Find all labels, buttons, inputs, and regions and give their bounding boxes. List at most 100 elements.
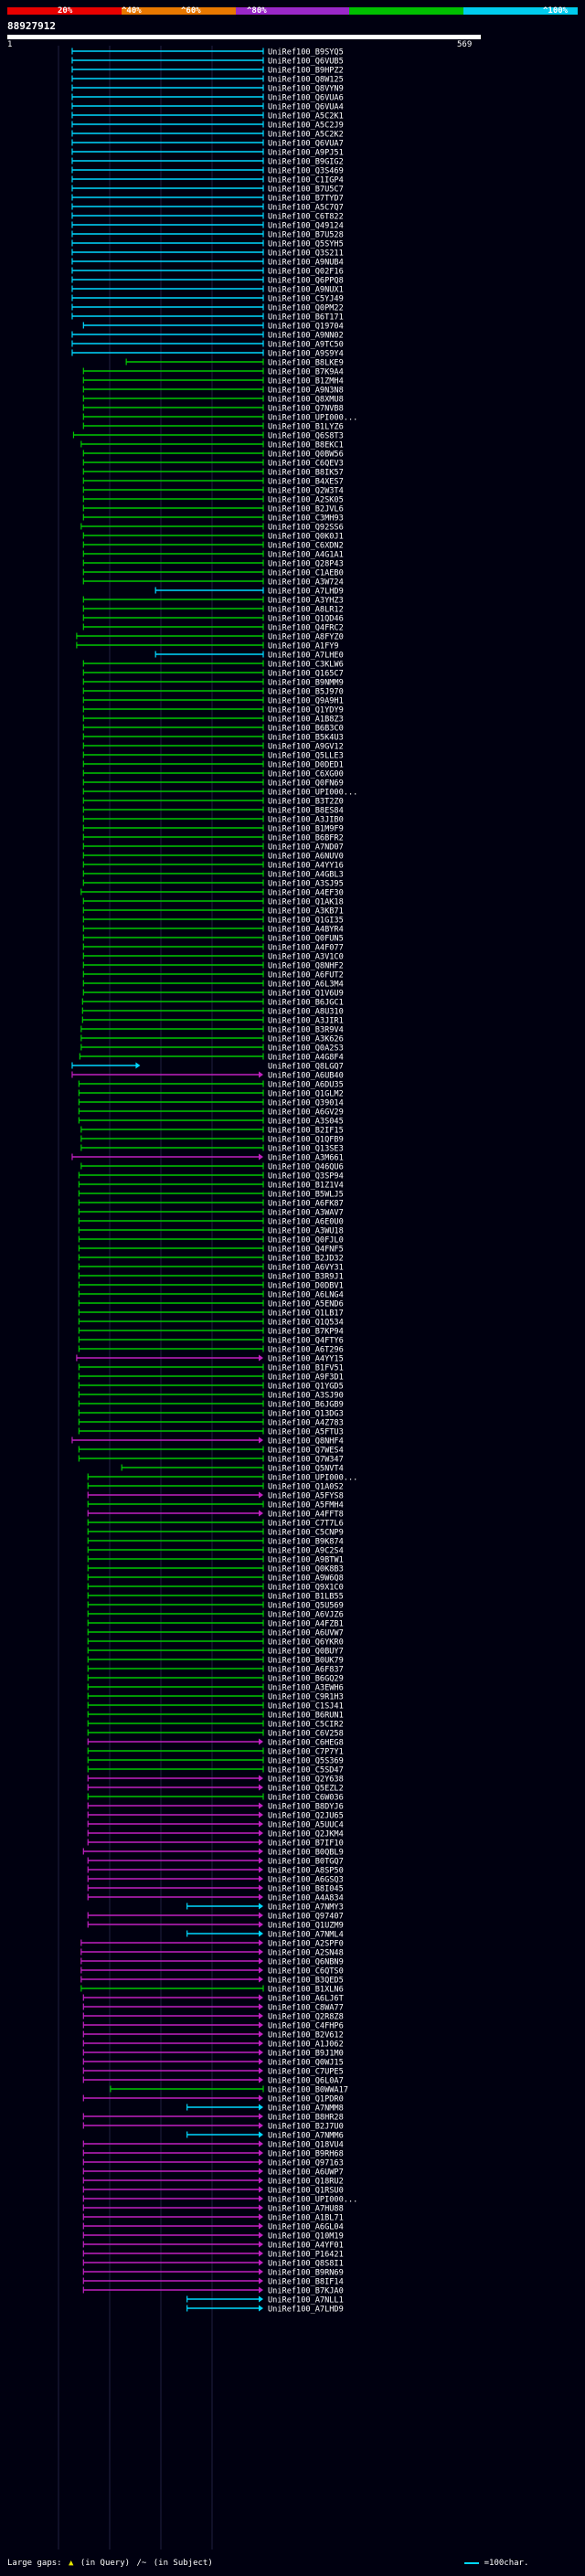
hit-label[interactable]: UniRef100_B0TGQ7 bbox=[268, 1858, 344, 1867]
hit-label[interactable]: UniRef100_A2SK05 bbox=[268, 496, 344, 505]
hit-label[interactable]: UniRef100_A9S9Y4 bbox=[268, 350, 344, 359]
hit-label[interactable]: UniRef100_A6F837 bbox=[268, 1666, 344, 1675]
hit-label[interactable]: UniRef100_Q1AK18 bbox=[268, 898, 344, 907]
hit-label[interactable]: UniRef100_Q97407 bbox=[268, 1913, 344, 1922]
hit-label[interactable]: UniRef100_A6LNG4 bbox=[268, 1291, 344, 1300]
hit-label[interactable]: UniRef100_Q5SYH5 bbox=[268, 240, 344, 249]
hit-label[interactable]: UniRef100_A4FZB1 bbox=[268, 1620, 344, 1629]
hit-label[interactable]: UniRef100_B0WWA17 bbox=[268, 2086, 348, 2095]
hit-label[interactable]: UniRef100_A9NUB4 bbox=[268, 259, 344, 268]
hit-label[interactable]: UniRef100_A9NN02 bbox=[268, 332, 344, 341]
hit-label[interactable]: UniRef100_B3R9V4 bbox=[268, 1026, 344, 1035]
hit-label[interactable]: UniRef100_A9BTW1 bbox=[268, 1556, 344, 1565]
hit-label[interactable]: UniRef100_A6L3M4 bbox=[268, 981, 344, 990]
hit-label[interactable]: UniRef100_A3KB71 bbox=[268, 907, 344, 917]
hit-label[interactable]: UniRef100_A3M661 bbox=[268, 1154, 344, 1163]
hit-label[interactable]: UniRef100_Q8W125 bbox=[268, 76, 344, 85]
hit-label[interactable]: UniRef100_A1B8Z3 bbox=[268, 716, 344, 725]
hit-label[interactable]: UniRef100_Q13SE3 bbox=[268, 1145, 344, 1154]
hit-label[interactable]: UniRef100_A4G1A1 bbox=[268, 551, 344, 560]
hit-label[interactable]: UniRef100_Q46QU6 bbox=[268, 1163, 344, 1172]
hit-label[interactable]: UniRef100_A5C2K1 bbox=[268, 112, 344, 122]
hit-label[interactable]: UniRef100_B5J970 bbox=[268, 688, 344, 697]
hit-label[interactable]: UniRef100_A8SP50 bbox=[268, 1867, 344, 1876]
hit-label[interactable]: UniRef100_Q5U569 bbox=[268, 1602, 344, 1611]
hit-label[interactable]: UniRef100_B9RH68 bbox=[268, 2150, 344, 2159]
hit-label[interactable]: UniRef100_A8FYZ0 bbox=[268, 633, 344, 642]
hit-label[interactable]: UniRef100_Q0FN69 bbox=[268, 779, 344, 789]
hit-label[interactable]: UniRef100_B0UK79 bbox=[268, 1657, 344, 1666]
hit-label[interactable]: UniRef100_B7IF10 bbox=[268, 1839, 344, 1849]
hit-label[interactable]: UniRef100_Q4FTY6 bbox=[268, 1337, 344, 1346]
hit-label[interactable]: UniRef100_C6T822 bbox=[268, 213, 344, 222]
hit-label[interactable]: UniRef100_Q19704 bbox=[268, 323, 344, 332]
hit-label[interactable]: UniRef100_UPI000... bbox=[268, 414, 357, 423]
hit-label[interactable]: UniRef100_Q6S8T3 bbox=[268, 432, 344, 441]
hit-label[interactable]: UniRef100_B0QBL9 bbox=[268, 1849, 344, 1858]
hit-label[interactable]: UniRef100_A7NML4 bbox=[268, 1931, 344, 1940]
hit-label[interactable]: UniRef100_C3MH93 bbox=[268, 514, 344, 524]
hit-label[interactable]: UniRef100_A7NMY3 bbox=[268, 1903, 344, 1913]
hit-label[interactable]: UniRef100_A3SJ90 bbox=[268, 1392, 344, 1401]
hit-label[interactable]: UniRef100_Q1UZM9 bbox=[268, 1922, 344, 1931]
hit-label[interactable]: UniRef100_B1FV51 bbox=[268, 1364, 344, 1373]
hit-label[interactable]: UniRef100_D0DED1 bbox=[268, 761, 344, 770]
hit-label[interactable]: UniRef100_C6XG00 bbox=[268, 770, 344, 779]
hit-label[interactable]: UniRef100_A9NUX1 bbox=[268, 286, 344, 295]
hit-label[interactable]: UniRef100_A5C2K2 bbox=[268, 131, 344, 140]
hit-label[interactable]: UniRef100_Q7WES4 bbox=[268, 1447, 344, 1456]
hit-label[interactable]: UniRef100_Q1A0S2 bbox=[268, 1483, 344, 1492]
hit-label[interactable]: UniRef100_B7KP94 bbox=[268, 1328, 344, 1337]
hit-label[interactable]: UniRef100_Q6VUA6 bbox=[268, 94, 344, 103]
hit-label[interactable]: UniRef100_B8EKC1 bbox=[268, 441, 344, 451]
hit-label[interactable]: UniRef100_Q7NVB8 bbox=[268, 405, 344, 414]
hit-label[interactable]: UniRef100_B2IF15 bbox=[268, 1127, 344, 1136]
hit-label[interactable]: UniRef100_A4YY16 bbox=[268, 862, 344, 871]
hit-label[interactable]: UniRef100_B9SYQ5 bbox=[268, 48, 344, 58]
hit-label[interactable]: UniRef100_Q6VUA7 bbox=[268, 140, 344, 149]
hit-label[interactable]: UniRef100_A6DU35 bbox=[268, 1081, 344, 1090]
hit-label[interactable]: UniRef100_Q0FUN5 bbox=[268, 935, 344, 944]
hit-label[interactable]: UniRef100_A9C2S4 bbox=[268, 1547, 344, 1556]
hit-label[interactable]: UniRef100_A3SJ95 bbox=[268, 880, 344, 889]
hit-label[interactable]: UniRef100_B8DYJ6 bbox=[268, 1803, 344, 1812]
hit-label[interactable]: UniRef100_A5FMH4 bbox=[268, 1501, 344, 1511]
hit-label[interactable]: UniRef100_C7UPE5 bbox=[268, 2068, 344, 2077]
hit-label[interactable]: UniRef100_Q6YKR0 bbox=[268, 1638, 344, 1648]
hit-label[interactable]: UniRef100_Q4FRC2 bbox=[268, 624, 344, 633]
hit-label[interactable]: UniRef100_A6FK87 bbox=[268, 1200, 344, 1209]
hit-label[interactable]: UniRef100_A4YF01 bbox=[268, 2242, 344, 2251]
hit-label[interactable]: UniRef100_A6T296 bbox=[268, 1346, 344, 1355]
hit-label[interactable]: UniRef100_A3S045 bbox=[268, 1118, 344, 1127]
hit-label[interactable]: UniRef100_Q1PDR0 bbox=[268, 2095, 344, 2104]
hit-label[interactable]: UniRef100_B7K9A4 bbox=[268, 368, 344, 377]
hit-label[interactable]: UniRef100_Q6NBN9 bbox=[268, 1958, 344, 1967]
hit-label[interactable]: UniRef100_B9RN69 bbox=[268, 2269, 344, 2278]
hit-label[interactable]: UniRef100_Q0PM22 bbox=[268, 304, 344, 313]
hit-label[interactable]: UniRef100_A6FUT2 bbox=[268, 971, 344, 981]
hit-label[interactable]: UniRef100_A6VY31 bbox=[268, 1264, 344, 1273]
hit-label[interactable]: UniRef100_B2J7U0 bbox=[268, 2123, 344, 2132]
hit-label[interactable]: UniRef100_C9R1H3 bbox=[268, 1693, 344, 1702]
hit-label[interactable]: UniRef100_C6HEG8 bbox=[268, 1739, 344, 1748]
hit-label[interactable]: UniRef100_B9J1M0 bbox=[268, 2050, 344, 2059]
hit-label[interactable]: UniRef100_B6B3C0 bbox=[268, 725, 344, 734]
hit-label[interactable]: UniRef100_Q49124 bbox=[268, 222, 344, 231]
hit-label[interactable]: UniRef100_A1FY9 bbox=[268, 642, 339, 652]
hit-label[interactable]: UniRef100_B8HR28 bbox=[268, 2114, 344, 2123]
hit-label[interactable]: UniRef100_B5K4U3 bbox=[268, 734, 344, 743]
hit-label[interactable]: UniRef100_A7NMM6 bbox=[268, 2132, 344, 2141]
hit-label[interactable]: UniRef100_A9TC50 bbox=[268, 341, 344, 350]
hit-label[interactable]: UniRef100_A6UB40 bbox=[268, 1072, 344, 1081]
hit-label[interactable]: UniRef100_Q1GLM2 bbox=[268, 1090, 344, 1099]
hit-label[interactable]: UniRef100_A9PJ51 bbox=[268, 149, 344, 158]
hit-label[interactable]: UniRef100_C5YJ49 bbox=[268, 295, 344, 304]
hit-label[interactable]: UniRef100_Q0BUY7 bbox=[268, 1648, 344, 1657]
hit-label[interactable]: UniRef100_Q2Y638 bbox=[268, 1776, 344, 1785]
hit-label[interactable]: UniRef100_B8ES84 bbox=[268, 807, 344, 816]
hit-label[interactable]: UniRef100_B6JGB9 bbox=[268, 1401, 344, 1410]
hit-label[interactable]: UniRef100_C8WA77 bbox=[268, 2004, 344, 2013]
hit-label[interactable]: UniRef100_Q165C7 bbox=[268, 670, 344, 679]
hit-label[interactable]: UniRef100_Q6VUB5 bbox=[268, 58, 344, 67]
hit-label[interactable]: UniRef100_C6QTS0 bbox=[268, 1967, 344, 1977]
